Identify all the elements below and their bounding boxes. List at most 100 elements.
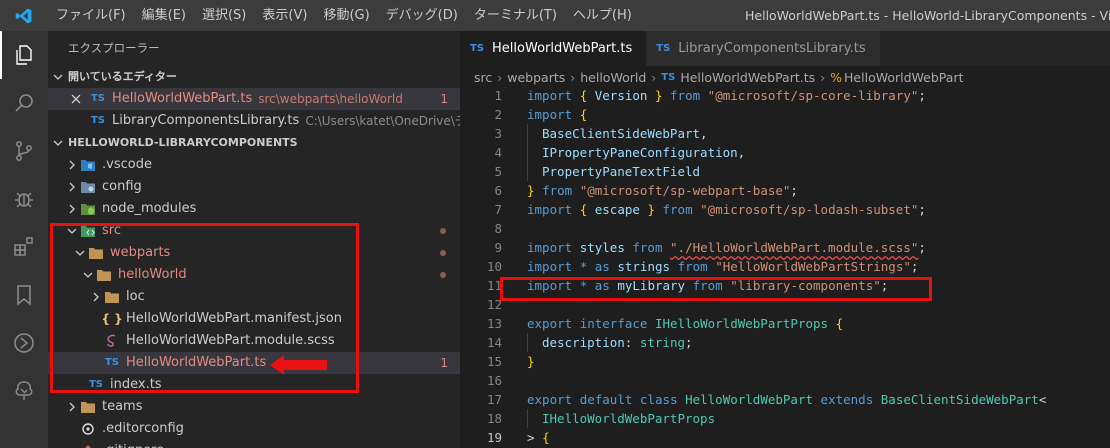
menu-selection[interactable]: 選択(S) xyxy=(194,0,254,31)
gutter xyxy=(502,333,527,352)
open-editor-item[interactable]: TS LibraryComponentsLibrary.ts C:\Users\… xyxy=(48,110,460,132)
code-line[interactable]: 7 import { escape } from "@microsoft/sp-l… xyxy=(460,200,1110,219)
breadcrumb-item[interactable]: HelloWorldWebPart xyxy=(844,70,963,85)
code-line[interactable]: 19 > { xyxy=(460,428,1110,447)
vscode-folder-icon xyxy=(80,157,96,173)
tree-item-editorconfig[interactable]: .editorconfig xyxy=(48,418,460,440)
gutter xyxy=(502,124,527,143)
line-number: 7 xyxy=(494,202,502,217)
gutter xyxy=(502,238,527,257)
chevron-right-icon: › xyxy=(497,69,503,85)
error-count-badge: 1 xyxy=(440,92,448,106)
git-file-icon xyxy=(80,443,96,448)
title-bar: ファイル(F) 編集(E) 選択(S) 表示(V) 移動(G) デバッグ(D) … xyxy=(0,0,1110,31)
editor-tabs: TS HelloWorldWebPart.ts TS LibraryCompon… xyxy=(460,31,1110,66)
gutter xyxy=(502,219,527,238)
chevron-right-icon xyxy=(64,182,80,192)
code-line[interactable]: 9 import styles from "./HelloWorldWebPart… xyxy=(460,238,1110,257)
breadcrumb-item[interactable]: HelloWorldWebPart.ts xyxy=(680,70,815,85)
open-editors-header[interactable]: 開いているエディター xyxy=(48,66,460,88)
line-number: 1 xyxy=(494,88,502,103)
code-line[interactable]: 10 import * as strings from "HelloWorldWe… xyxy=(460,257,1110,276)
chevron-right-icon: › xyxy=(651,69,657,85)
breadcrumb: src › webparts › helloWorld › TS HelloWo… xyxy=(460,66,1110,88)
source-control-icon[interactable] xyxy=(0,127,48,175)
code-line[interactable]: 14 description: string; xyxy=(460,333,1110,352)
breadcrumb-item[interactable]: helloWorld xyxy=(580,70,646,85)
breadcrumb-item[interactable]: webparts xyxy=(507,70,565,85)
extensions-icon[interactable] xyxy=(0,223,48,271)
tab-label: LibraryComponentsLibrary.ts xyxy=(678,41,866,56)
typescript-file-icon: TS xyxy=(656,43,671,54)
code-line[interactable]: 15} xyxy=(460,352,1110,371)
typescript-file-icon: TS xyxy=(661,71,676,83)
code-line[interactable]: 6} from "@microsoft/sp-webpart-base"; xyxy=(460,181,1110,200)
chevron-right-icon: › xyxy=(570,69,576,85)
code-line[interactable]: 18 IHelloWorldWebPartProps xyxy=(460,409,1110,428)
window-title: HelloWorldWebPart.ts - HelloWorld-Librar… xyxy=(745,8,1110,23)
line-number: 17 xyxy=(486,392,502,407)
gutter xyxy=(502,162,527,181)
code-editor[interactable]: 1 import { Version } from "@microsoft/sp-… xyxy=(460,86,1110,448)
line-number: 8 xyxy=(494,221,502,236)
line-number: 2 xyxy=(494,107,502,122)
menu-debug[interactable]: デバッグ(D) xyxy=(378,0,466,31)
menu-go[interactable]: 移動(G) xyxy=(315,0,377,31)
chevron-right-icon xyxy=(64,204,80,214)
code-text: BaseClientSideWebPart, xyxy=(527,124,708,143)
project-label: HELLOWORLD-LIBRARYCOMPONENTS xyxy=(68,136,298,149)
activity-bar xyxy=(0,31,48,448)
line-number: 3 xyxy=(494,126,502,141)
code-text: IPropertyPaneConfiguration, xyxy=(527,143,745,162)
bookmarks-icon[interactable] xyxy=(0,271,48,319)
code-line[interactable]: 3 BaseClientSideWebPart, xyxy=(460,124,1110,143)
error-count-badge: 1 xyxy=(440,356,448,370)
tab-library-components[interactable]: TS LibraryComponentsLibrary.ts xyxy=(646,31,880,66)
code-line[interactable]: 1 import { Version } from "@microsoft/sp-… xyxy=(460,86,1110,105)
project-header[interactable]: HELLOWORLD-LIBRARYCOMPONENTS xyxy=(48,132,460,154)
node-folder-icon xyxy=(80,201,96,217)
code-line[interactable]: 13 export interface IHelloWorldWebPartPro… xyxy=(460,314,1110,333)
tree-item-config[interactable]: config xyxy=(48,176,460,198)
sidebar-title: エクスプローラー xyxy=(68,41,160,55)
tree-item-label: .editorconfig xyxy=(102,421,184,436)
line-number: 11 xyxy=(486,278,502,293)
gutter xyxy=(502,105,527,124)
tree-item-teams[interactable]: teams xyxy=(48,396,460,418)
open-editor-path: src\webparts\helloWorld xyxy=(258,92,403,106)
gutter xyxy=(502,409,527,428)
tree-item-vscode[interactable]: .vscode xyxy=(48,154,460,176)
code-line[interactable]: 5 PropertyPaneTextField xyxy=(460,162,1110,181)
typescript-file-icon: TS xyxy=(90,115,106,126)
code-line[interactable]: 17 export default class HelloWorldWebPart… xyxy=(460,390,1110,409)
menu-file[interactable]: ファイル(F) xyxy=(48,0,134,31)
menu-edit[interactable]: 編集(E) xyxy=(134,0,194,31)
menu-help[interactable]: ヘルプ(H) xyxy=(565,0,640,31)
code-line[interactable]: 4 IPropertyPaneConfiguration, xyxy=(460,143,1110,162)
explorer-sidebar: エクスプローラー 開いているエディター TS HelloWorldWebPart… xyxy=(48,31,460,448)
open-editor-item[interactable]: TS HelloWorldWebPart.ts src\webparts\hel… xyxy=(48,88,460,110)
editorconfig-file-icon xyxy=(80,421,96,437)
chevron-right-icon xyxy=(64,402,80,412)
tree-icon[interactable] xyxy=(0,367,48,415)
annotation-highlight-box xyxy=(500,277,932,301)
chevron-right-icon xyxy=(64,160,80,170)
code-line[interactable]: 16 xyxy=(460,371,1110,390)
debug-icon[interactable] xyxy=(0,175,48,223)
code-line[interactable]: 2 import { xyxy=(460,105,1110,124)
class-symbol-icon: % xyxy=(830,69,843,85)
tree-item-gitignore[interactable]: .gitignore xyxy=(48,440,460,448)
tree-item-node-modules[interactable]: node_modules xyxy=(48,198,460,220)
search-icon[interactable] xyxy=(0,79,48,127)
close-icon[interactable] xyxy=(68,91,84,107)
breadcrumb-item[interactable]: src xyxy=(474,70,492,85)
code-line[interactable]: 8 xyxy=(460,219,1110,238)
tab-helloworld-webpart[interactable]: TS HelloWorldWebPart.ts xyxy=(460,31,647,66)
menu-terminal[interactable]: ターミナル(T) xyxy=(466,0,565,31)
chevron-right-icon: › xyxy=(820,69,826,85)
chevron-down-icon xyxy=(48,72,68,82)
explorer-icon[interactable] xyxy=(0,31,48,79)
remote-icon[interactable] xyxy=(0,319,48,367)
code-text: import * as strings from "HelloWorldWebP… xyxy=(527,259,919,274)
menu-view[interactable]: 表示(V) xyxy=(254,0,315,31)
